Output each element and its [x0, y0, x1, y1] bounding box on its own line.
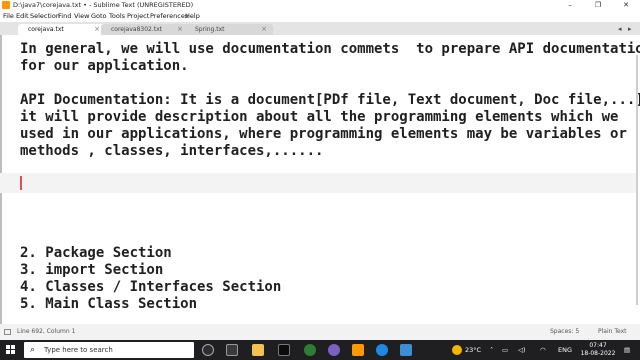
menu-file[interactable]: File [3, 11, 14, 22]
vertical-scrollbar[interactable] [636, 55, 638, 305]
editor-line[interactable]: 3. import Section [20, 262, 163, 279]
volume-icon[interactable]: ◁) [518, 340, 526, 360]
edge-icon[interactable] [376, 344, 388, 356]
editor-line[interactable]: 5. Main Class Section [20, 296, 197, 313]
close-tab-icon[interactable]: × [177, 24, 183, 35]
sublime-app-icon [2, 1, 10, 9]
network-icon[interactable]: ▭ [502, 340, 508, 360]
editor-line[interactable]: 4. Classes / Interfaces Section [20, 279, 281, 296]
clock-time: 07:47 [589, 342, 607, 349]
tab-corejava8302[interactable]: corejava8302.txt × [101, 24, 189, 35]
chevron-up-icon[interactable]: ˄ [490, 340, 493, 360]
terminal-icon[interactable] [278, 344, 290, 356]
tab-label: corejava.txt [28, 26, 64, 33]
syntax-selector[interactable]: Plain Text [598, 324, 626, 340]
cortana-icon[interactable] [202, 344, 214, 356]
menu-view[interactable]: View [74, 11, 89, 22]
notification-icon[interactable]: ▤ [624, 340, 630, 360]
app-icon[interactable] [328, 344, 340, 356]
editor-line[interactable]: In general, we will use documentation co… [20, 41, 640, 58]
menu-edit[interactable]: Edit [16, 11, 29, 22]
browser-icon[interactable] [304, 344, 316, 356]
tab-spring[interactable]: Spring.txt × [185, 24, 273, 35]
editor-line[interactable]: used in our applications, where programm… [20, 126, 627, 143]
menu-goto[interactable]: Goto [91, 11, 107, 22]
text-editor[interactable]: In general, we will use documentation co… [0, 35, 640, 324]
tab-scroll-left-icon[interactable]: ◂ [618, 24, 622, 35]
close-button[interactable]: ✕ [612, 0, 640, 11]
tab-bar: corejava.txt × corejava8302.txt × Spring… [0, 22, 640, 35]
menu-preferences[interactable]: Preferences [150, 11, 188, 22]
weather-temperature[interactable]: 23°C [465, 340, 481, 360]
close-tab-icon[interactable]: × [94, 24, 100, 35]
menu-bar: File Edit Selection Find View Goto Tools… [0, 11, 640, 22]
window-title: D:\java7\corejava.txt • - Sublime Text (… [13, 1, 194, 9]
menu-help[interactable]: Help [185, 11, 200, 22]
tab-label: corejava8302.txt [111, 26, 162, 33]
editor-line[interactable]: it will provide description about all th… [20, 109, 618, 126]
editor-line[interactable]: methods , classes, interfaces,...... [20, 143, 323, 160]
menu-selection[interactable]: Selection [30, 11, 60, 22]
minimize-button[interactable]: – [556, 0, 584, 11]
taskbar: ⌕ Type here to search 23°C ˄ ▭ ◁) ◠ ENG … [0, 340, 640, 360]
maximize-button[interactable]: ❐ [584, 0, 612, 11]
search-icon: ⌕ [30, 345, 36, 355]
taskbar-clock[interactable]: 07:47 18-08-2022 [578, 342, 618, 358]
search-placeholder: Type here to search [44, 346, 113, 354]
tab-corejava[interactable]: corejava.txt × [18, 24, 106, 35]
panel-toggle-icon[interactable] [4, 329, 11, 335]
current-line-highlight [0, 173, 636, 193]
menu-find[interactable]: Find [58, 11, 71, 22]
title-bar: D:\java7\corejava.txt • - Sublime Text (… [0, 0, 640, 11]
wifi-icon[interactable]: ◠ [540, 340, 546, 360]
weather-icon[interactable] [452, 345, 462, 355]
text-caret [20, 176, 22, 190]
menu-tools[interactable]: Tools [109, 11, 125, 22]
input-language[interactable]: ENG [558, 340, 572, 360]
editor-line[interactable]: 2. Package Section [20, 245, 172, 262]
editor-line[interactable]: API Documentation: It is a document[PDf … [20, 92, 640, 109]
menu-project[interactable]: Project [127, 11, 149, 22]
cursor-position: Line 692, Column 1 [17, 328, 76, 335]
task-view-icon[interactable] [226, 344, 238, 356]
windows-start-icon[interactable] [6, 345, 16, 355]
close-tab-icon[interactable]: × [261, 24, 267, 35]
taskbar-search-box[interactable]: ⌕ Type here to search [24, 342, 194, 358]
file-explorer-icon[interactable] [252, 344, 264, 356]
editor-line[interactable]: for our application. [20, 58, 189, 75]
settings-gear-icon[interactable] [400, 344, 412, 356]
sublime-taskbar-icon[interactable] [352, 344, 364, 356]
status-bar: Line 692, Column 1 Spaces: 5 Plain Text [0, 324, 640, 340]
indentation-setting[interactable]: Spaces: 5 [550, 324, 579, 340]
tab-label: Spring.txt [195, 26, 225, 33]
tab-scroll-right-icon[interactable]: ▸ [628, 24, 632, 35]
clock-date: 18-08-2022 [580, 350, 616, 357]
